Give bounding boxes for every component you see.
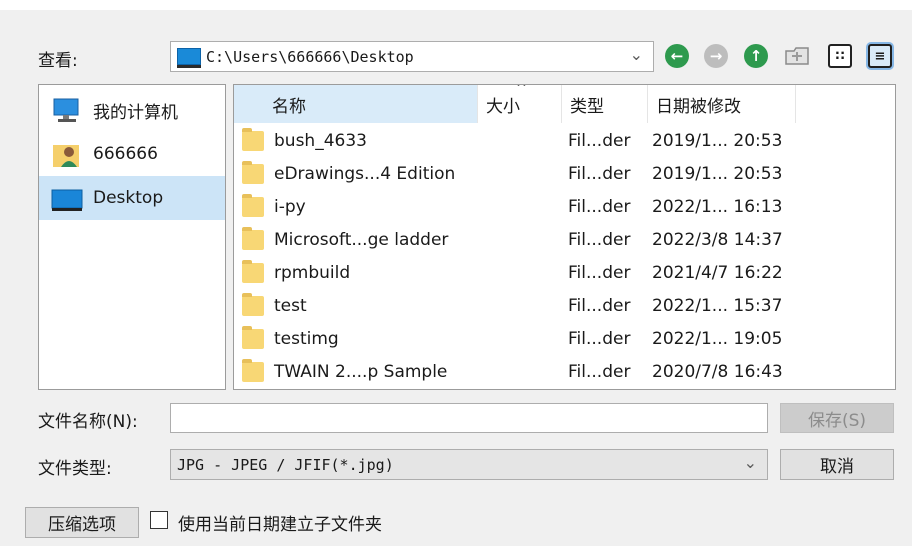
file-name: rpmbuild <box>274 263 351 283</box>
file-name: TWAIN 2....p Sample <box>274 362 448 382</box>
file-name: eDrawings...4 Edition <box>274 164 456 184</box>
place-label-desktop: Desktop <box>93 188 164 208</box>
folder-icon <box>242 227 264 250</box>
file-type: Fil...der <box>568 329 631 349</box>
place-item-desktop[interactable]: Desktop <box>39 176 225 220</box>
file-date: 2022/3/8 14:37 <box>652 230 783 250</box>
desktop-folder-icon <box>177 48 201 68</box>
forward-arrow-icon[interactable]: → <box>704 44 728 68</box>
file-list: 名称 大小 ^ 类型 日期被修改 bush_4633 Fil...der 201… <box>233 84 896 390</box>
place-label-computer: 我的计算机 <box>93 102 178 123</box>
file-type: Fil...der <box>568 263 631 283</box>
file-name: i-py <box>274 197 306 217</box>
file-type: Fil...der <box>568 197 631 217</box>
folder-icon <box>242 128 264 151</box>
file-date: 2019/1... 20:53 <box>652 164 783 184</box>
file-row[interactable]: test Fil...der 2022/1... 15:37 <box>234 290 895 323</box>
file-row[interactable]: eDrawings...4 Edition Fil...der 2019/1..… <box>234 158 895 191</box>
place-item-user[interactable]: 666666 <box>39 132 225 176</box>
file-type-value: JPG - JPEG / JFIF(*.jpg) <box>177 456 394 474</box>
chevron-down-icon[interactable]: ⌄ <box>744 453 757 472</box>
save-button[interactable]: 保存(S) <box>780 403 894 433</box>
file-date: 2020/7/8 16:43 <box>652 362 783 382</box>
file-type: Fil...der <box>568 296 631 316</box>
file-row[interactable]: testimg Fil...der 2022/1... 19:05 <box>234 323 895 356</box>
file-row[interactable]: rpmbuild Fil...der 2021/4/7 16:22 <box>234 257 895 290</box>
back-arrow-icon[interactable]: ← <box>665 44 689 68</box>
sort-caret-icon: ^ <box>516 84 527 96</box>
column-header-type[interactable]: 类型 <box>562 85 648 123</box>
file-row[interactable]: i-py Fil...der 2022/1... 16:13 <box>234 191 895 224</box>
file-row[interactable]: bush_4633 Fil...der 2019/1... 20:53 <box>234 125 895 158</box>
file-date: 2019/1... 20:53 <box>652 131 783 151</box>
file-name-input[interactable] <box>170 403 768 433</box>
desktop-icon <box>51 183 83 213</box>
date-subfolder-checkbox[interactable] <box>150 511 168 529</box>
folder-icon <box>242 326 264 349</box>
folder-icon <box>242 260 264 283</box>
up-arrow-icon[interactable]: ↑ <box>744 44 768 68</box>
save-dialog: 查看: C:\Users\666666\Desktop ⌄ ← → ↑ ∷ ≡ … <box>0 0 912 546</box>
file-type: Fil...der <box>568 362 631 382</box>
compress-options-button[interactable]: 压缩选项 <box>25 507 139 538</box>
file-type-label: 文件类型: <box>38 459 112 479</box>
new-folder-icon[interactable] <box>783 44 811 68</box>
file-date: 2022/1... 15:37 <box>652 296 783 316</box>
date-subfolder-label: 使用当前日期建立子文件夹 <box>178 515 382 535</box>
file-date: 2022/1... 19:05 <box>652 329 783 349</box>
file-type: Fil...der <box>568 131 631 151</box>
look-in-combobox[interactable]: C:\Users\666666\Desktop ⌄ <box>170 41 654 72</box>
file-name: test <box>274 296 307 316</box>
column-header-date[interactable]: 日期被修改 <box>648 85 796 123</box>
file-name: Microsoft...ge ladder <box>274 230 449 250</box>
file-type: Fil...der <box>568 230 631 250</box>
column-header-name[interactable]: 名称 <box>234 85 478 123</box>
file-name: bush_4633 <box>274 131 367 151</box>
file-date: 2021/4/7 16:22 <box>652 263 783 283</box>
folder-icon <box>242 359 264 382</box>
list-view-icon[interactable]: ∷ <box>828 44 852 68</box>
user-folder-icon <box>51 139 83 169</box>
cancel-button[interactable]: 取消 <box>780 449 894 480</box>
look-in-label: 查看: <box>38 51 78 71</box>
file-row[interactable]: Microsoft...ge ladder Fil...der 2022/3/8… <box>234 224 895 257</box>
look-in-path: C:\Users\666666\Desktop <box>206 48 414 66</box>
place-item-computer[interactable]: 我的计算机 <box>39 88 225 132</box>
chevron-down-icon[interactable]: ⌄ <box>630 45 643 64</box>
file-name-label: 文件名称(N): <box>38 412 138 432</box>
file-name: testimg <box>274 329 339 349</box>
file-type: Fil...der <box>568 164 631 184</box>
file-date: 2022/1... 16:13 <box>652 197 783 217</box>
computer-icon <box>51 95 83 125</box>
file-row[interactable]: TWAIN 2....p Sample Fil...der 2020/7/8 1… <box>234 356 895 389</box>
place-label-user: 666666 <box>93 144 158 164</box>
places-sidebar: 我的计算机 666666 Desktop <box>38 84 226 390</box>
detail-view-icon[interactable]: ≡ <box>868 44 892 68</box>
folder-icon <box>242 194 264 217</box>
folder-icon <box>242 161 264 184</box>
file-type-combobox[interactable]: JPG - JPEG / JFIF(*.jpg) ⌄ <box>170 449 768 480</box>
folder-icon <box>242 293 264 316</box>
